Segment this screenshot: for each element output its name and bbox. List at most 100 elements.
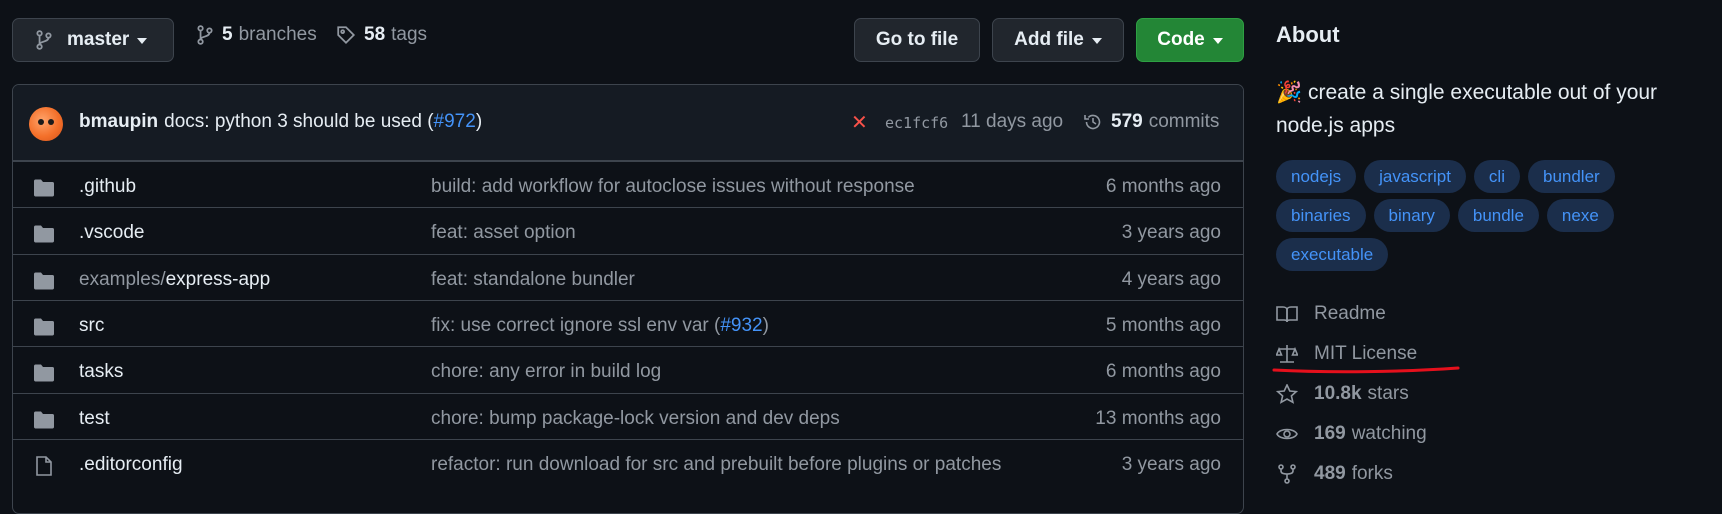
file-path-prefix: examples/ xyxy=(79,268,166,290)
history-icon xyxy=(1083,112,1103,132)
commit-time: 11 days ago xyxy=(961,111,1064,132)
topic-tag[interactable]: binaries xyxy=(1276,199,1366,232)
file-commit-age: 4 years ago xyxy=(1121,268,1221,290)
file-row[interactable]: .github build: add workflow for autoclose… xyxy=(13,161,1243,212)
file-name[interactable]: test xyxy=(79,408,110,430)
commits-count: 579 xyxy=(1111,111,1143,132)
file-name-text: .vscode xyxy=(79,222,145,244)
commit-message-text: fix: use correct ignore ssl env var ( xyxy=(431,314,721,336)
latest-commit-bar: bmaupin docs: python 3 should be used (#9… xyxy=(13,85,1243,161)
file-browser: bmaupin docs: python 3 should be used (#9… xyxy=(12,84,1244,514)
folder-icon xyxy=(33,271,55,291)
branches-link[interactable]: 5 branches xyxy=(196,24,317,46)
file-row[interactable]: src fix: use correct ignore ssl env var (… xyxy=(13,299,1243,351)
add-file-button[interactable]: Add file xyxy=(992,18,1124,62)
commit-message-text: build: add workflow for autoclose issues… xyxy=(431,176,915,197)
file-commit-message[interactable]: build: add workflow for autoclose issues… xyxy=(431,176,915,198)
file-commit-age: 6 months ago xyxy=(1105,361,1221,383)
commit-message-text: feat: standalone bundler xyxy=(431,268,635,290)
topic-tag[interactable]: bundler xyxy=(1527,160,1615,193)
file-row[interactable]: examples/express-app feat: standalone bun… xyxy=(13,253,1243,305)
folder-icon xyxy=(33,363,55,383)
readme-label: Readme xyxy=(1314,303,1386,324)
file-commit-message[interactable]: feat: standalone bundler xyxy=(431,269,635,291)
topic-tag[interactable]: binary xyxy=(1373,199,1450,232)
file-commit-message[interactable]: chore: bump package-lock version and dev… xyxy=(431,408,840,430)
branches-label: branches xyxy=(238,24,317,45)
topic-tag[interactable]: javascript xyxy=(1364,160,1466,193)
star-icon xyxy=(1276,384,1314,404)
file-name[interactable]: src xyxy=(79,315,104,337)
tags-link[interactable]: 58 tags xyxy=(336,24,427,46)
go-to-file-button[interactable]: Go to file xyxy=(854,18,980,62)
file-commit-message[interactable]: chore: any error in build log xyxy=(431,361,661,383)
commits-label: commits xyxy=(1148,111,1220,132)
topic-tag[interactable]: nexe xyxy=(1546,199,1614,232)
file-name[interactable]: .github xyxy=(79,176,136,198)
readme-link[interactable]: Readme xyxy=(1276,303,1386,325)
file-commit-age: 3 years ago xyxy=(1121,453,1221,475)
book-icon xyxy=(1276,304,1314,324)
commit-author[interactable]: bmaupin xyxy=(79,111,158,132)
file-row[interactable]: .vscode feat: asset option 3 years ago xyxy=(13,207,1243,258)
branch-name: master xyxy=(67,29,130,50)
file-row[interactable]: test chore: bump package-lock version and… xyxy=(13,392,1243,444)
file-commit-message[interactable]: refactor: run download for src and prebu… xyxy=(431,454,1001,476)
file-name[interactable]: .vscode xyxy=(79,222,144,244)
file-row[interactable]: .editorconfig refactor: run download for … xyxy=(13,438,1243,490)
stars-count: 10.8k xyxy=(1314,383,1362,404)
topic-tag[interactable]: bundle xyxy=(1457,199,1539,232)
file-name-text: tasks xyxy=(79,361,124,383)
file-name[interactable]: tasks xyxy=(79,361,123,383)
repo-description: 🎉 create a single executable out of your… xyxy=(1276,76,1696,142)
tags-label: tags xyxy=(391,24,428,45)
topic-tag[interactable]: executable xyxy=(1276,238,1389,271)
party-popper-icon: 🎉 xyxy=(1276,81,1303,104)
add-file-label: Add file xyxy=(1014,29,1084,50)
file-name-text: .github xyxy=(79,176,137,197)
watchers-link[interactable]: 169 watching xyxy=(1276,423,1427,445)
forks-link[interactable]: 489 forks xyxy=(1276,463,1393,485)
chevron-down-icon xyxy=(1091,38,1102,44)
topic-tag[interactable]: nodejs xyxy=(1276,160,1357,193)
tags-count: 58 xyxy=(364,24,386,45)
license-link[interactable]: MIT License xyxy=(1276,343,1417,365)
forks-count: 489 xyxy=(1314,463,1346,484)
eye-icon xyxy=(1276,424,1314,444)
stars-link[interactable]: 10.8k stars xyxy=(1276,383,1409,405)
commit-pr-link[interactable]: #932 xyxy=(720,315,762,336)
file-name-text: express-app xyxy=(165,268,271,290)
code-button[interactable]: Code xyxy=(1136,18,1244,62)
about-heading: About xyxy=(1276,22,1340,47)
commit-message-text: chore: any error in build log xyxy=(431,361,662,383)
file-row[interactable]: tasks chore: any error in build log 6 mont… xyxy=(13,346,1243,397)
file-icon xyxy=(33,455,55,476)
file-name-text: test xyxy=(79,407,110,429)
watching-label: watching xyxy=(1351,423,1427,444)
folder-icon xyxy=(33,224,55,244)
file-name-text: src xyxy=(79,314,105,336)
latest-commit-summary: bmaupin docs: python 3 should be used (#9… xyxy=(79,111,482,133)
folder-icon xyxy=(33,410,55,430)
branch-selector-button[interactable]: master xyxy=(12,18,174,62)
law-icon xyxy=(1276,344,1314,364)
repo-description-text: create a single executable out of your n… xyxy=(1276,81,1658,137)
license-label: MIT License xyxy=(1314,343,1418,364)
tag-icon xyxy=(336,25,356,45)
file-commit-age: 3 years ago xyxy=(1121,222,1221,244)
file-name[interactable]: .editorconfig xyxy=(79,454,183,476)
status-fail-icon[interactable]: ✕ xyxy=(851,110,868,135)
file-commit-message[interactable]: fix: use correct ignore ssl env var (#93… xyxy=(431,315,769,337)
commits-history-link[interactable]: 579 commits xyxy=(1083,111,1219,133)
commit-sha[interactable]: ec1fcf6 xyxy=(885,114,948,132)
commit-message-suffix: ) xyxy=(762,314,769,336)
commit-message-text: chore: bump package-lock version and dev… xyxy=(431,407,840,429)
topic-tag[interactable]: cli xyxy=(1473,160,1520,193)
avatar[interactable] xyxy=(29,107,63,141)
commit-pr-link[interactable]: #972 xyxy=(434,111,476,132)
git-branch-icon xyxy=(196,25,214,45)
commit-message-prefix[interactable]: docs: python 3 should be used ( xyxy=(164,111,433,132)
file-name[interactable]: examples/express-app xyxy=(79,269,270,291)
file-commit-message[interactable]: feat: asset option xyxy=(431,222,576,244)
file-name-text: .editorconfig xyxy=(79,453,183,475)
